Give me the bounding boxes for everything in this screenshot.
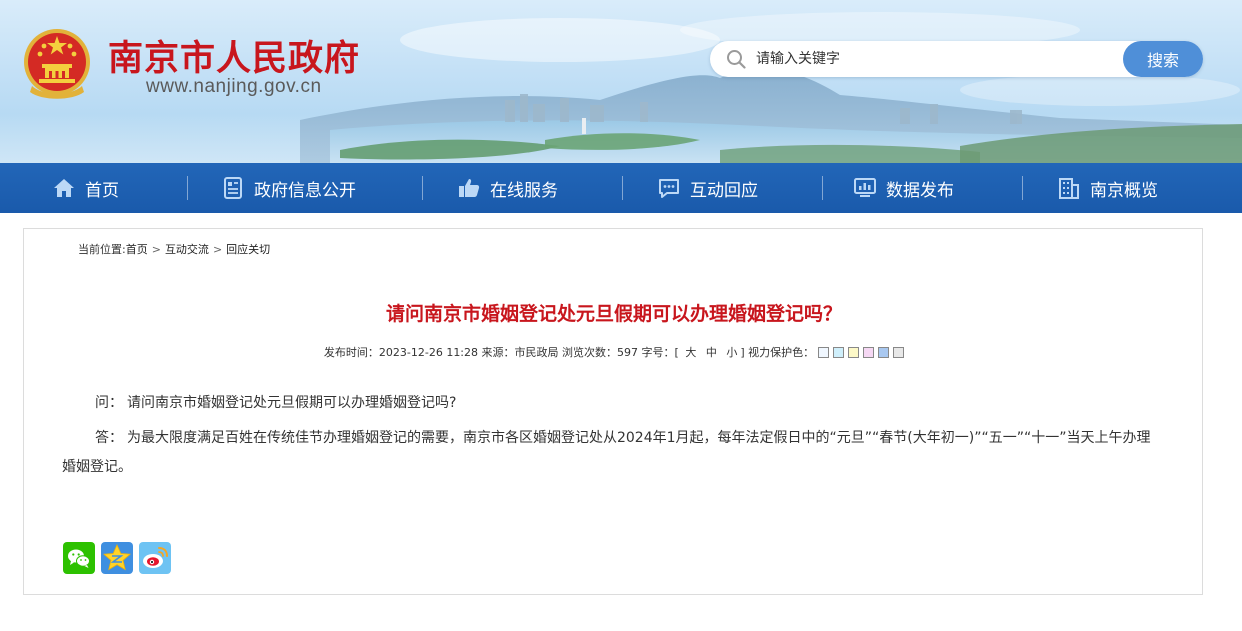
question-text: 请问南京市婚姻登记处元旦假期可以办理婚姻登记吗? [127,395,457,411]
document-icon [224,177,242,199]
nav-item-nanjing-overview[interactable]: 南京概览 [1057,163,1158,213]
question-label: 问： [95,395,123,411]
views-count: 597 [617,346,639,359]
fontsize-bracket-close: ] [740,346,745,359]
share-weibo-button[interactable] [139,542,171,574]
wechat-icon [63,542,95,574]
nav-item-online-service[interactable]: 在线服务 [457,163,558,213]
nav-divider [187,176,188,200]
source-label: 来源： [481,346,515,359]
nav-divider [422,176,423,200]
building-icon [1059,178,1079,199]
search-box: 搜索 [710,41,1203,77]
national-emblem-icon [24,29,90,99]
weibo-icon [139,542,171,574]
nav-divider [622,176,623,200]
nav-item-label: 在线服务 [490,180,558,201]
breadcrumb-interaction[interactable]: 互动交流 [165,243,209,256]
nav-item-label: 互动回应 [690,180,758,201]
breadcrumb: 当前位置:首页 > 互动交流 > 回应关切 [78,241,270,257]
share-bar [63,542,171,574]
home-icon [54,179,74,197]
eye-care-swatch[interactable] [863,347,875,358]
eye-care-swatch[interactable] [878,347,890,358]
nav-item-label: 数据发布 [886,180,954,201]
eye-care-swatch[interactable] [848,347,860,358]
eye-care-swatch[interactable] [833,347,845,358]
search-icon [727,50,746,69]
source-value: 市民政局 [514,346,559,359]
fontsize-medium-button[interactable]: 中 [706,346,717,359]
article-container: 当前位置:首页 > 互动交流 > 回应关切 请问南京市婚姻登记处元旦假期可以办理婚姻登记… [23,228,1203,595]
breadcrumb-separator: > [212,243,223,256]
nav-item-data-release[interactable]: 数据发布 [853,163,954,213]
publish-label: 发布时间： [323,346,379,359]
nav-item-gov-info[interactable]: 政府信息公开 [221,163,356,213]
views-label: 浏览次数： [562,346,618,359]
answer-paragraph: 答： 为最大限度满足百姓在传统佳节办理婚姻登记的需要，南京市各区婚姻登记处从202… [62,424,1152,482]
fontsize-small-button[interactable]: 小 [726,346,737,359]
answer-label: 答： [95,430,123,446]
search-button[interactable]: 搜索 [1123,41,1203,77]
chat-icon [659,179,679,198]
nav-item-label: 政府信息公开 [254,180,356,201]
site-title[interactable]: 南京市人民政府 [108,30,360,81]
nav-item-home[interactable]: 首页 [52,163,119,213]
breadcrumb-response[interactable]: 回应关切 [226,243,270,256]
breadcrumb-prefix: 当前位置: [78,243,126,256]
nav-item-label: 首页 [85,180,119,201]
share-wechat-button[interactable] [63,542,95,574]
nav-divider [822,176,823,200]
share-qzone-button[interactable] [101,542,133,574]
main-nav: 首页 政府信息公开 在线服务 互动回应 数据发布 南京概览 [0,163,1242,213]
qzone-icon [101,542,133,574]
eye-care-label: 视力保护色： [748,346,815,359]
monitor-chart-icon [854,178,876,197]
fontsize-large-button[interactable]: 大 [685,346,696,359]
breadcrumb-separator: > [151,243,161,256]
site-url[interactable]: www.nanjing.gov.cn [146,76,322,98]
nav-item-label: 南京概览 [1090,180,1158,201]
search-input[interactable] [756,47,1116,71]
header-banner: 南京市人民政府 www.nanjing.gov.cn 搜索 [0,0,1242,163]
publish-time: 2023-12-26 11:28 [378,346,479,359]
eye-care-swatch[interactable] [893,347,905,358]
fontsize-bracket-open: [ [674,346,679,359]
thumbs-up-icon [459,179,480,197]
eye-care-swatch[interactable] [818,347,830,358]
article-meta: 发布时间：2023-12-26 11:28 来源：市民政局 浏览次数：597 字… [24,344,1204,360]
breadcrumb-home[interactable]: 首页 [126,243,148,256]
nav-item-interaction[interactable]: 互动回应 [657,163,758,213]
answer-text: 为最大限度满足百姓在传统佳节办理婚姻登记的需要，南京市各区婚姻登记处从2024年… [62,430,1151,475]
article-title: 请问南京市婚姻登记处元旦假期可以办理婚姻登记吗？ [385,303,842,325]
question-paragraph: 问： 请问南京市婚姻登记处元旦假期可以办理婚姻登记吗? [95,389,1185,418]
nav-divider [1022,176,1023,200]
fontsize-label: 字号： [641,346,675,359]
